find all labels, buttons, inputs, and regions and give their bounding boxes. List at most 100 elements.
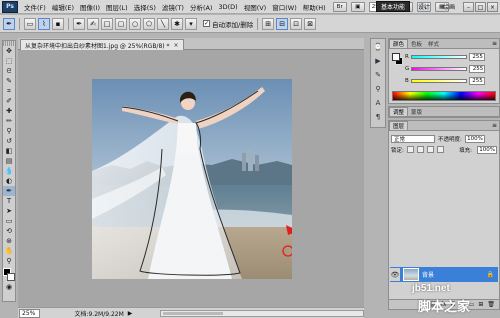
polygon-icon[interactable]: ⬠ (143, 17, 155, 30)
shape-tool-icon[interactable]: ▭ (3, 216, 15, 226)
panel-menu-icon[interactable]: ≡ (492, 40, 497, 47)
quick-mask-icon[interactable]: ◉ (3, 282, 15, 292)
character-panel-icon[interactable]: A (371, 97, 385, 109)
close-document-icon[interactable]: × (174, 42, 179, 49)
panel-menu-icon[interactable]: ≡ (492, 122, 497, 129)
visibility-eye-icon[interactable]: 👁 (390, 268, 400, 281)
menu-filter[interactable]: 滤镜(T) (159, 2, 187, 12)
slider-g[interactable]: G 255 (405, 65, 497, 73)
lock-all-icon[interactable] (436, 146, 444, 153)
paths-mode-icon[interactable]: ⌇ (38, 17, 50, 30)
tab-layers[interactable]: 图层 (389, 121, 409, 130)
quick-select-tool-icon[interactable]: ✎ (3, 76, 15, 86)
scrollbar-thumb[interactable] (163, 311, 224, 315)
history-panel-icon[interactable]: ⌚ (371, 41, 385, 53)
workspace-essentials[interactable]: 基本功能 (375, 1, 410, 12)
bridge-button[interactable]: Br (332, 1, 347, 12)
move-tool-icon[interactable]: ✥ (3, 46, 15, 56)
canvas-area[interactable] (18, 50, 364, 307)
hand-tool-icon[interactable]: ✋ (3, 246, 15, 256)
color-swatches[interactable] (3, 268, 15, 282)
rounded-rect-icon[interactable]: ▢ (115, 17, 127, 30)
auto-add-delete-option[interactable]: ✓ 自动添加/删除 (203, 19, 253, 29)
menu-analysis[interactable]: 分析(A) (187, 2, 216, 12)
3d-rotate-icon[interactable]: ⟲ (3, 226, 15, 236)
menu-layer[interactable]: 图层(L) (103, 2, 131, 12)
line-icon[interactable]: ╲ (157, 17, 169, 30)
opacity-field[interactable]: 100% (464, 134, 485, 143)
rectangle-icon[interactable]: □ (101, 17, 113, 30)
document-tab[interactable]: 从复杂环境中扣出白纱素材图1.jpg @ 25%(RGB/8) * × (20, 39, 184, 50)
background-color[interactable] (7, 273, 15, 281)
slider-g-track[interactable] (411, 67, 468, 71)
lock-position-icon[interactable] (426, 146, 434, 153)
type-tool-icon[interactable]: T (3, 196, 15, 206)
eyedropper-tool-icon[interactable]: ✐ (3, 96, 15, 106)
zoom-field[interactable]: 25% (19, 308, 41, 318)
actions-panel-icon[interactable]: ▶ (371, 55, 385, 67)
layer-row-background[interactable]: 👁 背景 🔒 (390, 267, 498, 282)
menu-window[interactable]: 窗口(W) (269, 2, 300, 12)
lock-transparency-icon[interactable] (406, 146, 414, 153)
slider-r[interactable]: R 255 (405, 53, 497, 61)
tab-swatches[interactable]: 色板 (408, 39, 425, 48)
freeform-pen-icon[interactable]: ✍ (87, 17, 99, 30)
3d-orbit-icon[interactable]: ⊛ (3, 236, 15, 246)
menu-help[interactable]: 帮助(H) (300, 2, 329, 12)
intersect-path-icon[interactable]: ⊡ (290, 17, 303, 30)
slider-b-value[interactable]: 255 (468, 77, 485, 85)
pen-icon[interactable]: ✒ (73, 17, 85, 30)
slider-b-track[interactable] (410, 79, 467, 83)
tab-masks[interactable]: 蒙版 (408, 107, 425, 116)
geometry-options-icon[interactable]: ▾ (185, 17, 197, 30)
menu-3d[interactable]: 3D(D) (215, 3, 240, 11)
gradient-tool-icon[interactable]: ▤ (3, 156, 15, 166)
fill-pixels-icon[interactable]: ▪ (52, 17, 64, 30)
pen-tool-icon[interactable]: ✒ (3, 186, 15, 196)
custom-shape-icon[interactable]: ✱ (171, 17, 183, 30)
crop-tool-icon[interactable]: ⌗ (3, 86, 15, 96)
add-to-path-icon[interactable]: ⊞ (262, 17, 275, 30)
slider-b[interactable]: B 255 (405, 77, 497, 85)
marquee-tool-icon[interactable]: ⬚ (3, 56, 15, 66)
blur-tool-icon[interactable]: 💧 (3, 166, 15, 176)
paragraph-panel-icon[interactable]: ¶ (371, 111, 385, 123)
foreground-color-swatch[interactable] (392, 53, 400, 61)
menu-view[interactable]: 视图(V) (241, 2, 270, 12)
photo-canvas[interactable] (92, 79, 292, 279)
path-select-tool-icon[interactable]: ➤ (3, 206, 15, 216)
healing-brush-icon[interactable]: ✚ (3, 106, 15, 116)
zoom-tool-icon[interactable]: ⚲ (3, 256, 15, 266)
slider-r-track[interactable] (410, 55, 467, 59)
dodge-tool-icon[interactable]: ◐ (3, 176, 15, 186)
minibridge-button[interactable]: ▣ (350, 1, 365, 12)
horizontal-scrollbar[interactable] (160, 309, 364, 317)
brush-tool-icon[interactable]: ✏ (3, 116, 15, 126)
pen-tool-preset-icon[interactable]: ✒ (3, 17, 15, 30)
clone-stamp-icon[interactable]: ⚲ (3, 126, 15, 136)
subtract-path-icon[interactable]: ⊟ (276, 17, 289, 30)
color-spectrum[interactable] (392, 91, 496, 101)
lasso-tool-icon[interactable]: ᘓ (3, 66, 15, 76)
slider-r-value[interactable]: 255 (468, 53, 485, 61)
status-menu-arrow[interactable]: ▶ (128, 310, 133, 317)
clone-source-icon[interactable]: ⚲ (371, 83, 385, 95)
close-button[interactable]: × (487, 2, 498, 12)
shape-layers-icon[interactable]: ▭ (24, 17, 36, 30)
maximize-button[interactable]: □ (475, 2, 486, 12)
auto-add-checkbox[interactable]: ✓ (203, 20, 210, 27)
workspace-design[interactable]: 设计 (413, 1, 435, 12)
tab-adjustments[interactable]: 调整 (389, 107, 409, 116)
menu-edit[interactable]: 编辑(E) (49, 2, 77, 12)
workspace-painting[interactable]: 绘画 (438, 1, 460, 12)
fill-field[interactable]: 100% (477, 145, 497, 154)
ellipse-icon[interactable]: ○ (129, 17, 141, 30)
menu-select[interactable]: 选择(S) (131, 2, 159, 12)
eraser-tool-icon[interactable]: ◧ (3, 146, 15, 156)
tab-styles[interactable]: 样式 (425, 39, 442, 48)
menu-image[interactable]: 图像(I) (77, 2, 103, 12)
delete-layer-icon[interactable]: 🗑 (487, 301, 495, 308)
minimize-button[interactable]: – (463, 2, 474, 12)
lock-pixels-icon[interactable] (416, 146, 424, 153)
blend-mode-select[interactable]: 正常 (391, 134, 435, 143)
